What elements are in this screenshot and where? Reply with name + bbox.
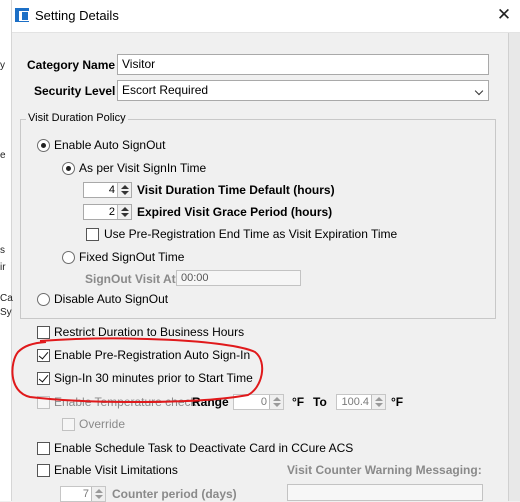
range-label: Range <box>192 395 229 409</box>
signout-visit-at-input[interactable]: 00:00 <box>176 270 301 286</box>
override-label: Override <box>79 417 126 431</box>
use-prereg-end-checkbox[interactable] <box>86 228 99 241</box>
duration-default-value: 4 <box>108 184 115 196</box>
stepper-buttons[interactable] <box>117 205 131 219</box>
counter-period-value: 7 <box>82 488 89 500</box>
temperature-max-stepper[interactable]: 100.4 <box>336 394 386 410</box>
scrollbar[interactable] <box>508 33 520 501</box>
enable-auto-signout-label: Enable Auto SignOut <box>54 138 166 152</box>
title-bar: Setting Details ✕ <box>12 0 520 33</box>
enable-prereg-autosignin-checkbox[interactable] <box>37 349 50 362</box>
to-label: To <box>313 395 327 409</box>
grace-period-value: 2 <box>108 206 115 218</box>
stepper-buttons[interactable] <box>91 487 105 501</box>
security-level-label: Security Level <box>34 84 116 98</box>
visit-limitations-checkbox[interactable] <box>37 464 50 477</box>
warning-messaging-label: Visit Counter Warning Messaging: <box>287 463 482 477</box>
background-window-strip: y e s ir Ca Sy <box>0 0 13 501</box>
fixed-signout-label: Fixed SignOut Time <box>79 250 185 264</box>
as-per-signin-radio[interactable] <box>62 162 75 175</box>
restrict-duration-checkbox[interactable] <box>37 326 50 339</box>
arrow-down-icon <box>121 191 129 195</box>
grace-period-label: Expired Visit Grace Period (hours) <box>137 205 333 219</box>
background-text-fragment: y <box>0 60 5 71</box>
arrow-down-icon <box>95 495 103 499</box>
temperature-check-label: Enable Temperature check: <box>54 395 200 409</box>
security-level-value: Escort Required <box>122 83 209 97</box>
duration-default-stepper[interactable]: 4 <box>83 182 132 198</box>
arrow-down-icon <box>273 403 281 407</box>
temperature-min-value: 0 <box>260 396 267 408</box>
category-name-input[interactable]: Visitor <box>117 54 489 75</box>
min-unit-label: °F <box>292 395 305 409</box>
enable-auto-signout-radio[interactable] <box>37 139 50 152</box>
window-title: Setting Details <box>35 8 119 23</box>
disable-auto-signout-radio[interactable] <box>37 293 50 306</box>
as-per-signin-label: As per Visit SignIn Time <box>79 161 207 175</box>
warning-messaging-textarea[interactable] <box>287 484 483 501</box>
restrict-duration-label: Restrict Duration to Business Hours <box>54 325 245 339</box>
arrow-up-icon <box>375 397 383 401</box>
app-icon <box>15 8 29 22</box>
temperature-max-value: 100.4 <box>341 396 369 408</box>
override-checkbox[interactable] <box>62 418 75 431</box>
background-text-fragment: ir <box>0 262 6 273</box>
fixed-signout-radio[interactable] <box>62 251 75 264</box>
background-text-fragment: e <box>0 150 6 161</box>
arrow-up-icon <box>121 207 129 211</box>
background-text-fragment: Sy <box>0 307 12 318</box>
signin-prior-checkbox[interactable] <box>37 372 50 385</box>
signin-prior-label: Sign-In 30 minutes prior to Start Time <box>54 371 253 385</box>
use-prereg-end-label: Use Pre-Registration End Time as Visit E… <box>104 227 398 241</box>
arrow-up-icon <box>121 185 129 189</box>
background-text-fragment: s <box>0 245 5 256</box>
close-button[interactable]: ✕ <box>492 4 516 26</box>
stepper-buttons[interactable] <box>371 395 385 409</box>
schedule-task-checkbox[interactable] <box>37 442 50 455</box>
temperature-min-stepper[interactable]: 0 <box>233 394 284 410</box>
security-level-select[interactable]: Escort Required <box>117 80 489 101</box>
visit-duration-policy-title: Visit Duration Policy <box>26 112 128 124</box>
schedule-task-label: Enable Schedule Task to Deactivate Card … <box>54 441 354 455</box>
arrow-up-icon <box>95 489 103 493</box>
category-name-label: Category Name <box>27 58 116 72</box>
chevron-down-icon <box>474 86 484 96</box>
stepper-buttons[interactable] <box>269 395 283 409</box>
background-text-fragment: Ca <box>0 293 13 304</box>
counter-period-label: Counter period (days) <box>112 487 237 501</box>
duration-default-label: Visit Duration Time Default (hours) <box>137 183 335 197</box>
signout-visit-at-label: SignOut Visit At: <box>85 272 180 286</box>
enable-prereg-autosignin-label: Enable Pre-Registration Auto Sign-In <box>54 348 251 362</box>
temperature-check-checkbox[interactable] <box>37 396 50 409</box>
arrow-down-icon <box>121 213 129 217</box>
grace-period-stepper[interactable]: 2 <box>83 204 132 220</box>
max-unit-label: °F <box>391 395 404 409</box>
disable-auto-signout-label: Disable Auto SignOut <box>54 292 169 306</box>
arrow-down-icon <box>375 403 383 407</box>
stepper-buttons[interactable] <box>117 183 131 197</box>
visit-limitations-label: Enable Visit Limitations <box>54 463 178 477</box>
counter-period-stepper[interactable]: 7 <box>60 486 106 502</box>
arrow-up-icon <box>273 397 281 401</box>
